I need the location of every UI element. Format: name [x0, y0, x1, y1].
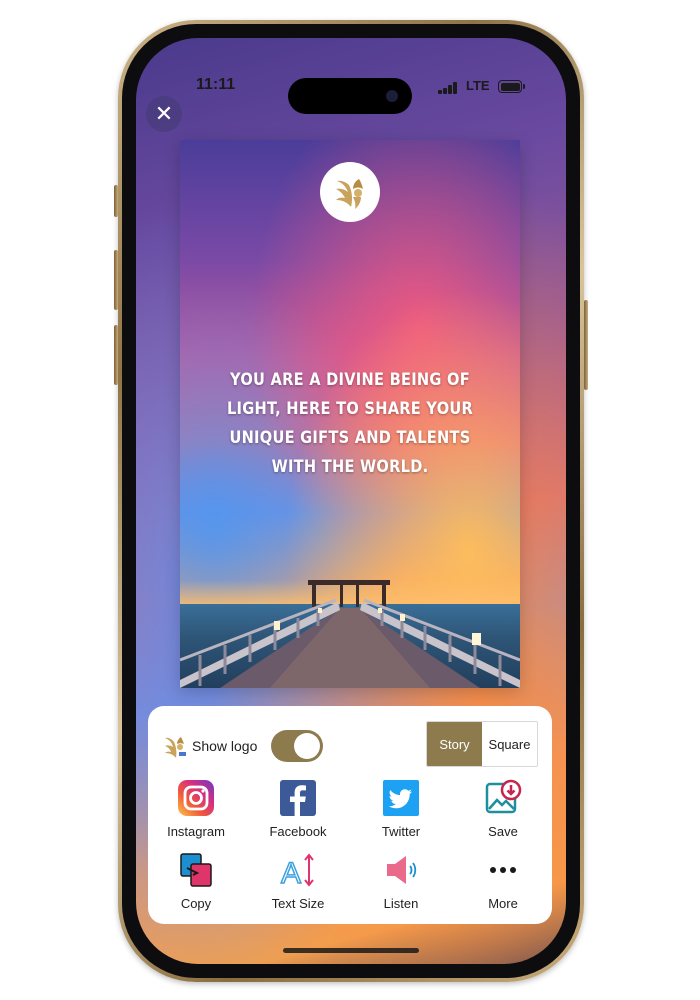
share-instagram-label: Instagram [167, 824, 225, 839]
close-icon: ✕ [154, 101, 174, 126]
twitter-icon [381, 778, 421, 818]
share-sheet: Show logo Story Square Instagram Faceboo… [148, 706, 552, 924]
angel-logo-icon [336, 179, 363, 209]
volume-up-button [114, 250, 118, 310]
mini-logo-icon [165, 737, 186, 758]
power-button [584, 300, 588, 390]
more-button[interactable]: More [453, 850, 553, 911]
save-image-icon [483, 778, 523, 818]
show-logo-row: Show logo [162, 728, 324, 764]
format-square-option[interactable]: Square [482, 722, 537, 766]
screen: 11:11 LTE ✕ YOU ARE A DIVINE BEING OF LI… [136, 38, 566, 964]
more-label: More [488, 896, 518, 911]
share-facebook-button[interactable]: Facebook [248, 778, 348, 839]
format-segmented-control: Story Square [426, 721, 538, 767]
status-time: 11:11 [196, 76, 236, 93]
share-twitter-label: Twitter [381, 824, 421, 839]
more-dots-icon [483, 850, 523, 890]
close-button[interactable]: ✕ [146, 96, 182, 132]
copy-button[interactable]: Copy [146, 850, 246, 911]
speaker-icon [381, 850, 421, 890]
listen-button[interactable]: Listen [351, 850, 451, 911]
show-logo-label: Show logo [192, 738, 258, 754]
camera-icon [386, 90, 398, 102]
svg-text:A: A [281, 857, 301, 890]
quote-card-preview: YOU ARE A DIVINE BEING OF LIGHT, HERE TO… [180, 140, 520, 688]
volume-down-button [114, 325, 118, 385]
save-label: Save [488, 824, 518, 839]
dynamic-island [288, 78, 412, 114]
instagram-icon [176, 778, 216, 818]
quote-text: YOU ARE A DIVINE BEING OF LIGHT, HERE TO… [226, 370, 474, 477]
phone-frame: 11:11 LTE ✕ YOU ARE A DIVINE BEING OF LI… [114, 20, 588, 982]
share-twitter-button[interactable]: Twitter [351, 778, 451, 839]
signal-icon [438, 82, 460, 94]
status-bar: 11:11 LTE [136, 68, 566, 114]
listen-label: Listen [383, 896, 419, 911]
format-story-option[interactable]: Story [427, 722, 482, 766]
share-instagram-button[interactable]: Instagram [146, 778, 246, 839]
save-button[interactable]: Save [453, 778, 553, 839]
copy-icon [176, 850, 216, 890]
show-logo-toggle[interactable] [271, 730, 324, 762]
share-facebook-label: Facebook [269, 824, 327, 839]
text-size-icon: A [278, 850, 318, 890]
home-indicator[interactable] [283, 948, 419, 953]
battery-icon [498, 80, 525, 93]
text-size-button[interactable]: A Text Size [248, 850, 348, 911]
facebook-icon [278, 778, 318, 818]
copy-label: Copy [180, 896, 212, 911]
brand-logo [320, 162, 380, 222]
action-button [114, 185, 118, 217]
text-size-label: Text Size [271, 896, 325, 911]
network-label: LTE [466, 78, 490, 93]
